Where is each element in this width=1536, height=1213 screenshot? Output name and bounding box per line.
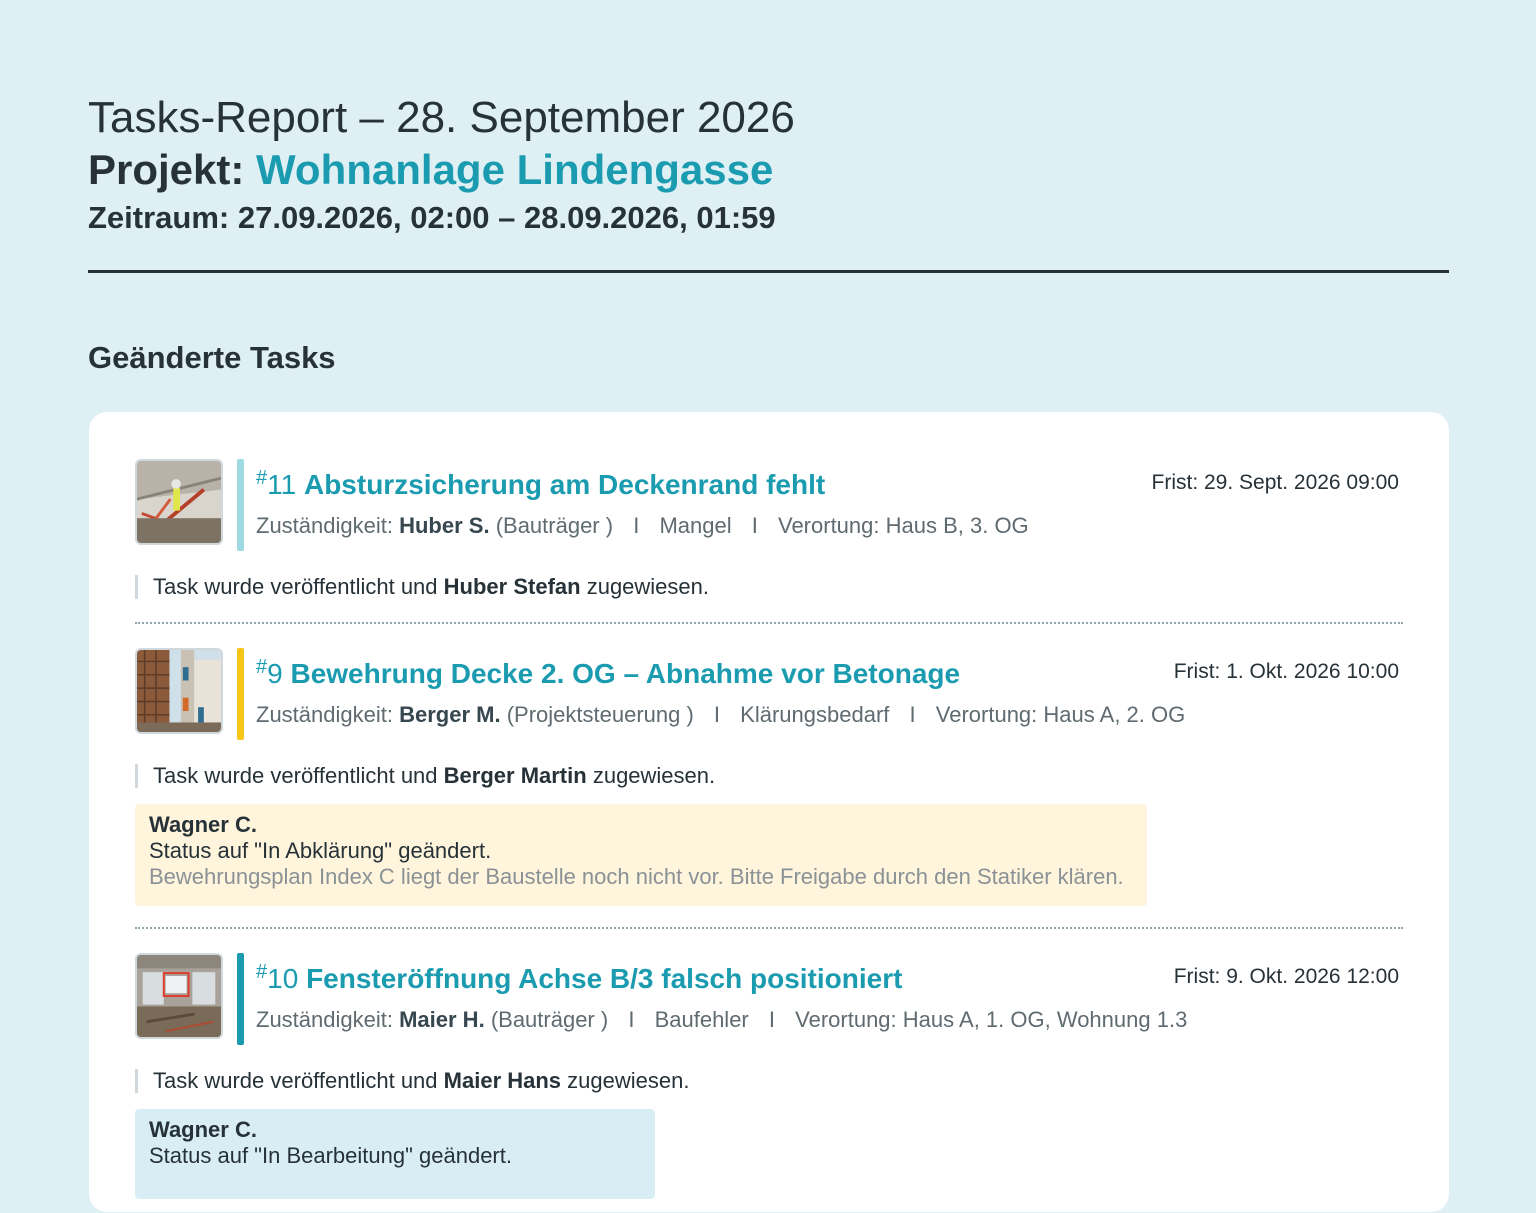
comment-box: Wagner C. Status auf "In Abklärung" geän… bbox=[135, 804, 1147, 906]
task-title[interactable]: Absturzsicherung am Deckenrand fehlt bbox=[304, 469, 825, 500]
comment-status: Status auf "In Bearbeitung" geändert. bbox=[149, 1143, 512, 1168]
task-location: Verortung: Haus A, 2. OG bbox=[935, 702, 1186, 727]
task-deadline: Frist: 29. Sept. 2026 09:00 bbox=[1151, 471, 1400, 494]
published-suffix: zugewiesen. bbox=[567, 1068, 690, 1093]
meta-separator: I bbox=[751, 513, 758, 538]
task-type: Klärungsbedarf bbox=[740, 702, 890, 727]
task-item[interactable]: #9 Bewehrung Decke 2. OG – Abnahme vor B… bbox=[135, 648, 1403, 908]
comment-text: Bewehrungsplan Index C liegt der Baustel… bbox=[149, 864, 1124, 889]
task-title[interactable]: Fensteröffnung Achse B/3 falsch position… bbox=[306, 963, 902, 994]
assignee-short: Berger M. bbox=[399, 702, 501, 727]
responsibility-label: Zuständigkeit: bbox=[256, 513, 393, 538]
task-meta: Zuständigkeit: Maier H. (Bauträger ) I B… bbox=[256, 1007, 1187, 1033]
task-deadline: Frist: 9. Okt. 2026 12:00 bbox=[1173, 965, 1399, 988]
task-title-line[interactable]: #11 Absturzsicherung am Deckenrand fehlt bbox=[256, 467, 825, 501]
responsibility-label: Zuständigkeit: bbox=[256, 702, 393, 727]
assignee-role: (Bauträger ) bbox=[490, 1007, 609, 1032]
task-type: Baufehler bbox=[654, 1007, 749, 1032]
report-range: Zeitraum: 27.09.2026, 02:00 – 28.09.2026… bbox=[88, 200, 776, 235]
comment-box: Wagner C. Status auf "In Bearbeitung" ge… bbox=[135, 1109, 655, 1199]
task-meta: Zuständigkeit: Huber S. (Bauträger ) I M… bbox=[256, 513, 1029, 539]
task-number: 11 bbox=[267, 469, 297, 500]
comment-status: Status auf "In Abklärung" geändert. bbox=[149, 838, 492, 863]
report-header: Tasks-Report – 28. September 2026 Projek… bbox=[88, 92, 1449, 238]
meta-separator: I bbox=[633, 513, 640, 538]
task-number: 9 bbox=[267, 658, 283, 689]
tasks-card: #11 Absturzsicherung am Deckenrand fehlt… bbox=[89, 412, 1449, 1212]
header-divider bbox=[88, 270, 1449, 273]
assignee-role: (Bauträger ) bbox=[495, 513, 614, 538]
published-prefix: Task wurde veröffentlicht und bbox=[153, 763, 438, 788]
task-title[interactable]: Bewehrung Decke 2. OG – Abnahme vor Beto… bbox=[290, 658, 960, 689]
assignee-full: Berger Martin bbox=[443, 763, 587, 788]
task-deadline: Frist: 1. Okt. 2026 10:00 bbox=[1173, 660, 1399, 683]
assignee-full: Maier Hans bbox=[443, 1068, 562, 1093]
task-meta: Zuständigkeit: Berger M. (Projektsteueru… bbox=[256, 702, 1185, 728]
task-hash: # bbox=[256, 961, 268, 983]
task-item[interactable]: #10 Fensteröffnung Achse B/3 falsch posi… bbox=[135, 953, 1403, 1213]
task-type: Mangel bbox=[659, 513, 732, 538]
assignee-role: (Projektsteuerung ) bbox=[506, 702, 694, 727]
task-divider bbox=[135, 622, 1403, 624]
scaffold-photo-icon[interactable] bbox=[135, 648, 223, 734]
meta-separator: I bbox=[713, 702, 721, 727]
published-prefix: Task wurde veröffentlicht und bbox=[153, 574, 438, 599]
task-status-bar bbox=[237, 953, 244, 1045]
task-divider bbox=[135, 927, 1403, 929]
assignee-short: Huber S. bbox=[399, 513, 490, 538]
section-title: Geänderte Tasks bbox=[88, 340, 336, 375]
published-suffix: zugewiesen. bbox=[586, 574, 710, 599]
project-label: Projekt: bbox=[88, 146, 245, 193]
task-status-bar bbox=[237, 648, 244, 740]
meta-separator: I bbox=[909, 702, 916, 727]
task-status-bar bbox=[237, 459, 244, 551]
task-title-line[interactable]: #10 Fensteröffnung Achse B/3 falsch posi… bbox=[256, 961, 902, 995]
project-name: Wohnanlage Lindengasse bbox=[256, 146, 774, 193]
comment-author: Wagner C. bbox=[149, 812, 257, 837]
task-item[interactable]: #11 Absturzsicherung am Deckenrand fehlt… bbox=[135, 459, 1403, 639]
meta-separator: I bbox=[768, 1007, 776, 1032]
report-title: Tasks-Report – 28. September 2026 bbox=[88, 93, 795, 142]
task-hash: # bbox=[256, 467, 268, 489]
published-prefix: Task wurde veröffentlicht und bbox=[153, 1068, 438, 1093]
activity-note: Task wurde veröffentlicht und Huber Stef… bbox=[135, 575, 709, 599]
construction-photo-icon[interactable] bbox=[135, 459, 223, 545]
assignee-full: Huber Stefan bbox=[443, 574, 581, 599]
assignee-short: Maier H. bbox=[399, 1007, 485, 1032]
window-photo-icon[interactable] bbox=[135, 953, 223, 1039]
project-line: Projekt: Wohnanlage Lindengasse bbox=[88, 144, 1449, 196]
meta-separator: I bbox=[628, 1007, 635, 1032]
task-location: Verortung: Haus A, 1. OG, Wohnung 1.3 bbox=[795, 1007, 1188, 1032]
comment-author: Wagner C. bbox=[149, 1117, 257, 1142]
task-title-line[interactable]: #9 Bewehrung Decke 2. OG – Abnahme vor B… bbox=[256, 656, 960, 690]
task-location: Verortung: Haus B, 3. OG bbox=[777, 513, 1029, 538]
responsibility-label: Zuständigkeit: bbox=[256, 1007, 393, 1032]
published-suffix: zugewiesen. bbox=[592, 763, 716, 788]
task-number: 10 bbox=[267, 963, 299, 994]
activity-note: Task wurde veröffentlicht und Maier Hans… bbox=[135, 1069, 689, 1093]
activity-note: Task wurde veröffentlicht und Berger Mar… bbox=[135, 764, 715, 788]
task-hash: # bbox=[256, 656, 268, 678]
